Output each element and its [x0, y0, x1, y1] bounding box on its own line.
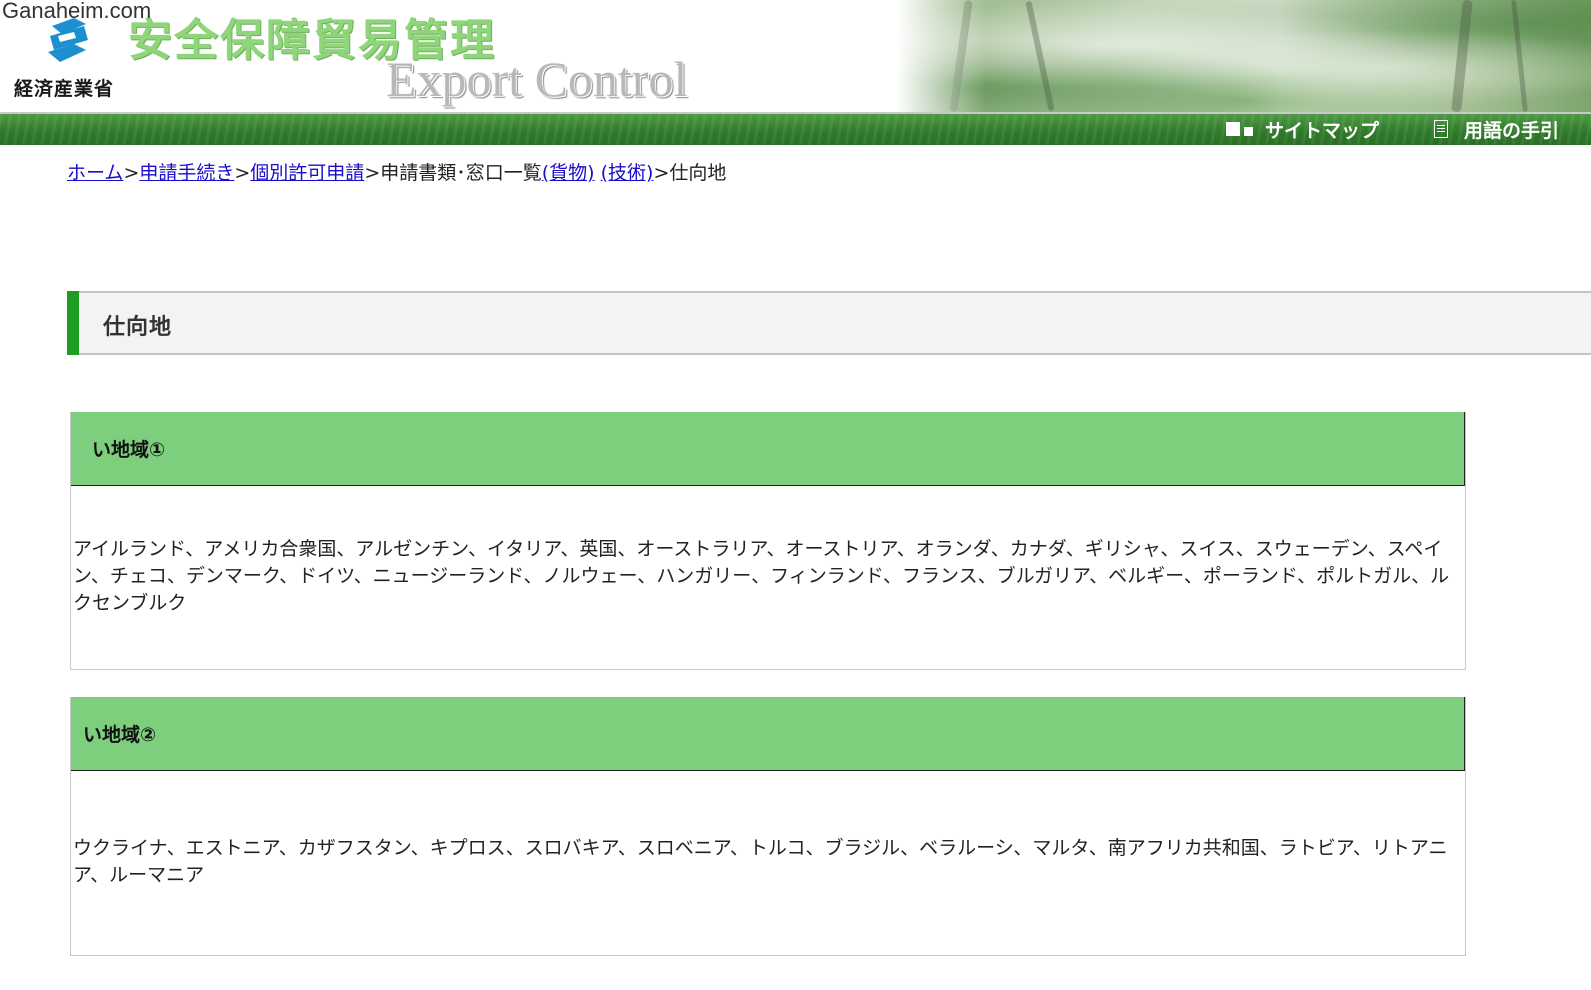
document-icon	[1434, 120, 1448, 138]
banner-fade	[897, 0, 987, 112]
region-heading: い地域①	[92, 439, 166, 461]
region-table: い地域① アイルランド、アメリカ合衆国、アルゼンチン、イタリア、英国、オーストラ…	[70, 412, 1466, 670]
heading-accent-bar	[67, 291, 79, 355]
ministry-name[interactable]: 経済産業省	[14, 74, 114, 101]
breadcrumb-current: 仕向地	[669, 162, 727, 184]
breadcrumb-tech-link[interactable]: (技術)	[601, 162, 654, 184]
sitemap-label: サイトマップ	[1265, 119, 1380, 142]
watermark: Ganaheim.com	[2, 0, 152, 23]
region-body: ウクライナ、エストニア、カザフスタン、キプロス、スロバキア、スロベニア、トルコ、…	[71, 771, 1465, 956]
breadcrumb-separator: >	[123, 162, 140, 184]
breadcrumb-documents-text: 申請書類･窓口一覧	[380, 162, 542, 184]
glossary-link[interactable]: 用語の手引	[1434, 114, 1559, 144]
square-icon	[1226, 122, 1240, 136]
site-title-english: Export Control	[386, 51, 688, 107]
breadcrumb-separator: >	[653, 162, 670, 184]
square-small-icon	[1244, 126, 1253, 136]
page-title: 仕向地	[103, 315, 173, 340]
region-header: い地域②	[71, 697, 1465, 771]
forest-banner-image	[897, 0, 1591, 113]
country-list: ウクライナ、エストニア、カザフスタン、キプロス、スロバキア、スロベニア、トルコ、…	[73, 837, 1448, 886]
country-list: アイルランド、アメリカ合衆国、アルゼンチン、イタリア、英国、オーストラリア、オー…	[73, 538, 1450, 614]
region-heading: い地域②	[83, 724, 157, 746]
breadcrumb-home-link[interactable]: ホーム	[67, 162, 123, 184]
region-table: い地域② ウクライナ、エストニア、カザフスタン、キプロス、スロバキア、スロベニア…	[70, 697, 1466, 956]
site-header: 経済産業省 安全保障貿易管理 Export Control Ganaheim.c…	[0, 0, 1591, 145]
breadcrumb-individual-link[interactable]: 個別許可申請	[250, 162, 364, 184]
breadcrumb-separator: >	[364, 162, 381, 184]
region-body: アイルランド、アメリカ合衆国、アルゼンチン、イタリア、英国、オーストラリア、オー…	[71, 486, 1465, 670]
breadcrumb-goods-link[interactable]: (貨物)	[542, 162, 595, 184]
glossary-label: 用語の手引	[1464, 119, 1560, 142]
region-header: い地域①	[71, 412, 1465, 486]
breadcrumb: ホーム>申請手続き>個別許可申請>申請書類･窓口一覧(貨物) (技術)>仕向地	[67, 158, 726, 185]
breadcrumb-separator: >	[234, 162, 251, 184]
page-heading: 仕向地	[67, 291, 1591, 355]
breadcrumb-procedures-link[interactable]: 申請手続き	[139, 162, 234, 184]
sitemap-link[interactable]: サイトマップ	[1226, 114, 1379, 144]
